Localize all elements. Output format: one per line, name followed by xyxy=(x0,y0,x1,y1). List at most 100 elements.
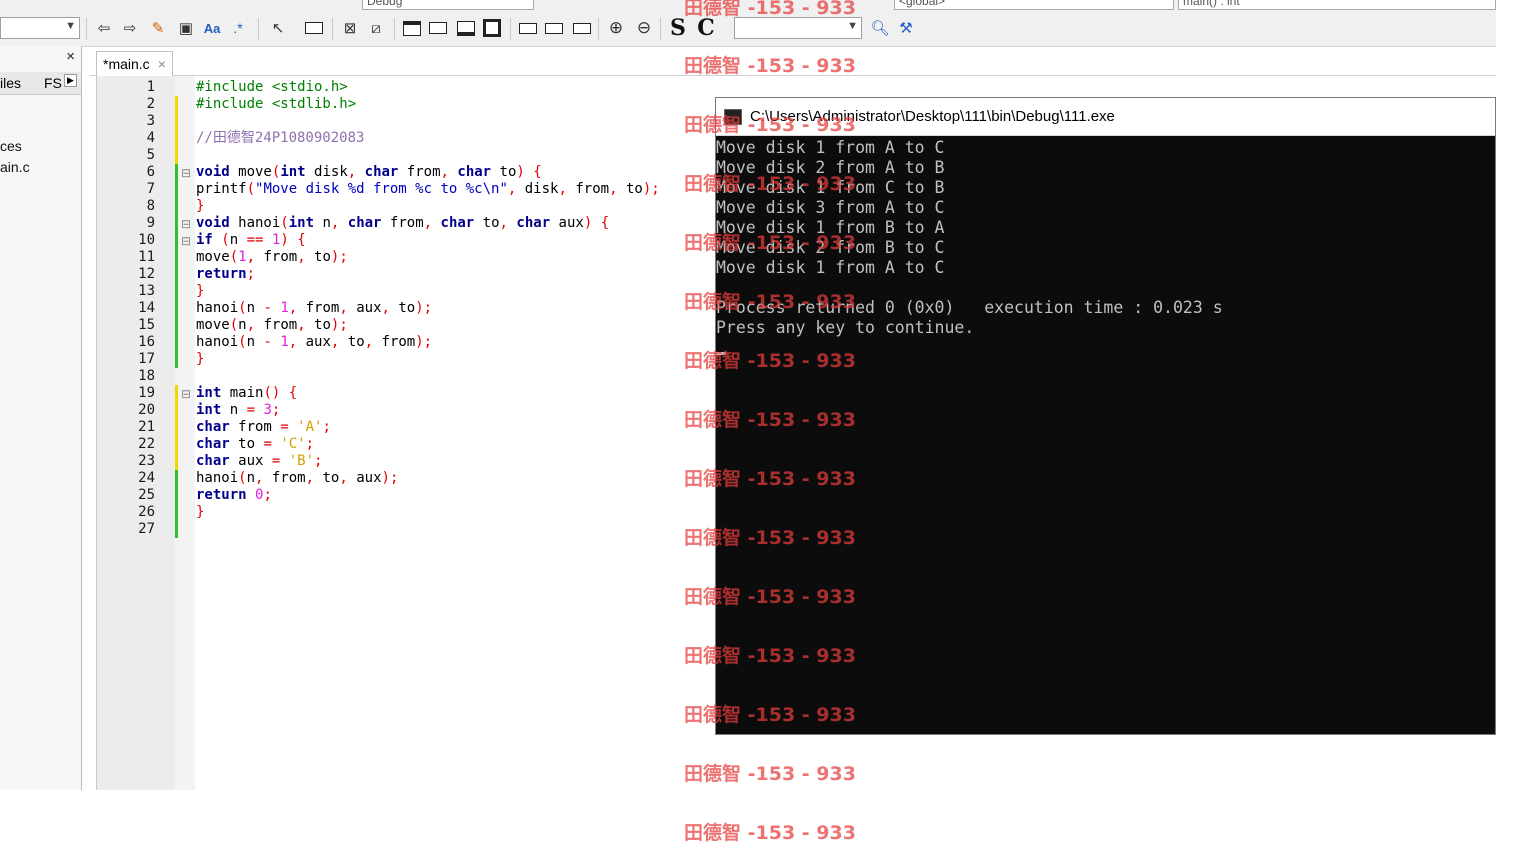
change-marker xyxy=(175,470,178,487)
scope-value: <global> xyxy=(899,0,946,8)
s-button[interactable]: S xyxy=(666,15,690,41)
search-icon[interactable]: 🔍︎ xyxy=(868,17,892,39)
code-line: //田德智24P1080902083 xyxy=(196,130,365,146)
change-marker xyxy=(175,419,178,436)
tab-label: *main.c xyxy=(103,56,150,72)
tab-scroll-right-icon[interactable]: ▶ xyxy=(64,74,77,87)
settings-tool-icon[interactable]: ⚒ xyxy=(894,17,918,39)
change-marker xyxy=(175,436,178,453)
fold-toggle-icon[interactable]: ⊟ xyxy=(181,387,191,401)
line-number: 9 xyxy=(146,215,155,231)
search-combo[interactable]: ▼ xyxy=(734,17,862,39)
console-line: Move disk 1 from A to C xyxy=(716,138,945,157)
console-line: Press any key to continue. xyxy=(716,318,975,337)
scope-combo[interactable]: <global> xyxy=(894,0,1174,10)
jump-back-icon[interactable]: ⇦ xyxy=(92,17,116,39)
code-line: } xyxy=(196,283,205,299)
line-number: 1 xyxy=(146,79,155,95)
function-combo[interactable]: main() : int xyxy=(1178,0,1496,10)
chevron-down-icon: ▼ xyxy=(65,20,76,32)
toolbar-separator xyxy=(598,18,599,40)
line-number: 14 xyxy=(138,300,155,316)
match-case-icon[interactable]: Aa xyxy=(200,17,224,39)
code-line: #include <stdlib.h> xyxy=(196,96,357,112)
fold-toggle-icon[interactable]: ⊟ xyxy=(181,217,191,231)
code-line: return; xyxy=(196,266,256,282)
change-marker xyxy=(175,79,178,96)
close-icon[interactable]: × xyxy=(158,56,166,72)
tab-fsymbols[interactable]: FS xyxy=(44,75,62,91)
change-marker xyxy=(175,402,178,419)
pointer-icon[interactable]: ↖ xyxy=(266,17,290,39)
left-combo[interactable]: ▼ xyxy=(0,17,80,39)
font-label: Aa xyxy=(203,20,221,36)
decision-block-icon[interactable]: ⊠ xyxy=(338,17,362,39)
watermark: 田德智 -153 - 933 xyxy=(684,173,856,195)
change-marker xyxy=(175,487,178,504)
line-number: 23 xyxy=(138,453,155,469)
project-tree: ces ain.c xyxy=(0,136,30,178)
jump-forward-icon[interactable]: ⇨ xyxy=(118,17,142,39)
block-top-icon[interactable] xyxy=(400,17,424,39)
shape-b-icon[interactable] xyxy=(542,17,566,39)
code-line: if (n == 1) { xyxy=(196,232,306,248)
line-number: 25 xyxy=(138,487,155,503)
change-marker xyxy=(175,181,178,198)
code-line: void move(int disk, char from, char to) … xyxy=(196,164,542,180)
change-marker xyxy=(175,198,178,215)
c-button[interactable]: C xyxy=(694,15,718,41)
shape-a-icon[interactable] xyxy=(516,17,540,39)
line-number: 3 xyxy=(146,113,155,129)
code-line: hanoi(n - 1, from, aux, to); xyxy=(196,300,433,316)
console-line: Move disk 1 from A to C xyxy=(716,258,945,277)
toolbar-separator xyxy=(258,18,259,40)
watermark: 田德智 -153 - 933 xyxy=(684,527,856,549)
build-target-value: Debug xyxy=(367,0,403,8)
fold-toggle-icon[interactable]: ⊟ xyxy=(181,234,191,248)
block-mid-icon[interactable] xyxy=(426,17,450,39)
close-icon[interactable]: × xyxy=(66,48,75,65)
code-line: char aux = 'B'; xyxy=(196,453,323,469)
line-number: 6 xyxy=(146,164,155,180)
change-marker xyxy=(175,368,178,385)
tree-item-sources[interactable]: ces xyxy=(0,136,30,157)
change-marker xyxy=(175,300,178,317)
code-line: } xyxy=(196,198,205,214)
rectangle-icon[interactable] xyxy=(302,17,326,39)
watermark: 田德智 -153 - 933 xyxy=(684,468,856,490)
fold-toggle-icon[interactable]: ⊟ xyxy=(181,166,191,180)
code-line: printf("Move disk %d from %c to %c\n", d… xyxy=(196,181,660,197)
change-marker xyxy=(175,504,178,521)
function-value: main() : int xyxy=(1183,0,1240,8)
selection-block-icon[interactable]: ⧄ xyxy=(364,17,388,39)
watermark: 田德智 -153 - 933 xyxy=(684,763,856,785)
change-marker xyxy=(175,317,178,334)
regex-icon[interactable]: .* xyxy=(226,17,250,39)
change-marker xyxy=(175,215,178,232)
shape-c-icon[interactable] xyxy=(570,17,594,39)
zoom-out-icon[interactable]: ⊖ xyxy=(632,17,656,39)
select-block-icon[interactable]: ▣ xyxy=(174,17,198,39)
console-line: Move disk 3 from A to C xyxy=(716,198,945,217)
block-full-icon[interactable] xyxy=(480,17,504,39)
code-line: void hanoi(int n, char from, char to, ch… xyxy=(196,215,610,231)
line-number: 18 xyxy=(138,368,155,384)
panel-tabs: iles FS ▶ xyxy=(0,72,81,95)
line-number: 20 xyxy=(138,402,155,418)
code-line: char to = 'C'; xyxy=(196,436,315,452)
watermark: 田德智 -153 - 933 xyxy=(684,291,856,313)
zoom-in-icon[interactable]: ⊕ xyxy=(604,17,628,39)
regex-label: .* xyxy=(233,20,243,36)
chevron-down-icon: ▼ xyxy=(847,20,858,32)
code-line: return 0; xyxy=(196,487,272,503)
tab-main-c[interactable]: *main.c × xyxy=(96,51,173,76)
highlight-icon[interactable]: ✎ xyxy=(146,17,170,39)
tree-item-main-c[interactable]: ain.c xyxy=(0,157,30,178)
change-marker xyxy=(175,334,178,351)
block-lines-icon[interactable] xyxy=(454,17,478,39)
line-number: 10 xyxy=(138,232,155,248)
build-target-combo[interactable]: Debug xyxy=(362,0,534,10)
code-editor[interactable]: 1 2 3 4 5 6 ⊟ 7 8 9 ⊟ 10 ⊟ 11 12 13 14 15 16 17 18 19 ⊟ 20 21 22 2… xyxy=(96,76,717,790)
line-number: 26 xyxy=(138,504,155,520)
tab-files[interactable]: iles xyxy=(0,75,21,91)
